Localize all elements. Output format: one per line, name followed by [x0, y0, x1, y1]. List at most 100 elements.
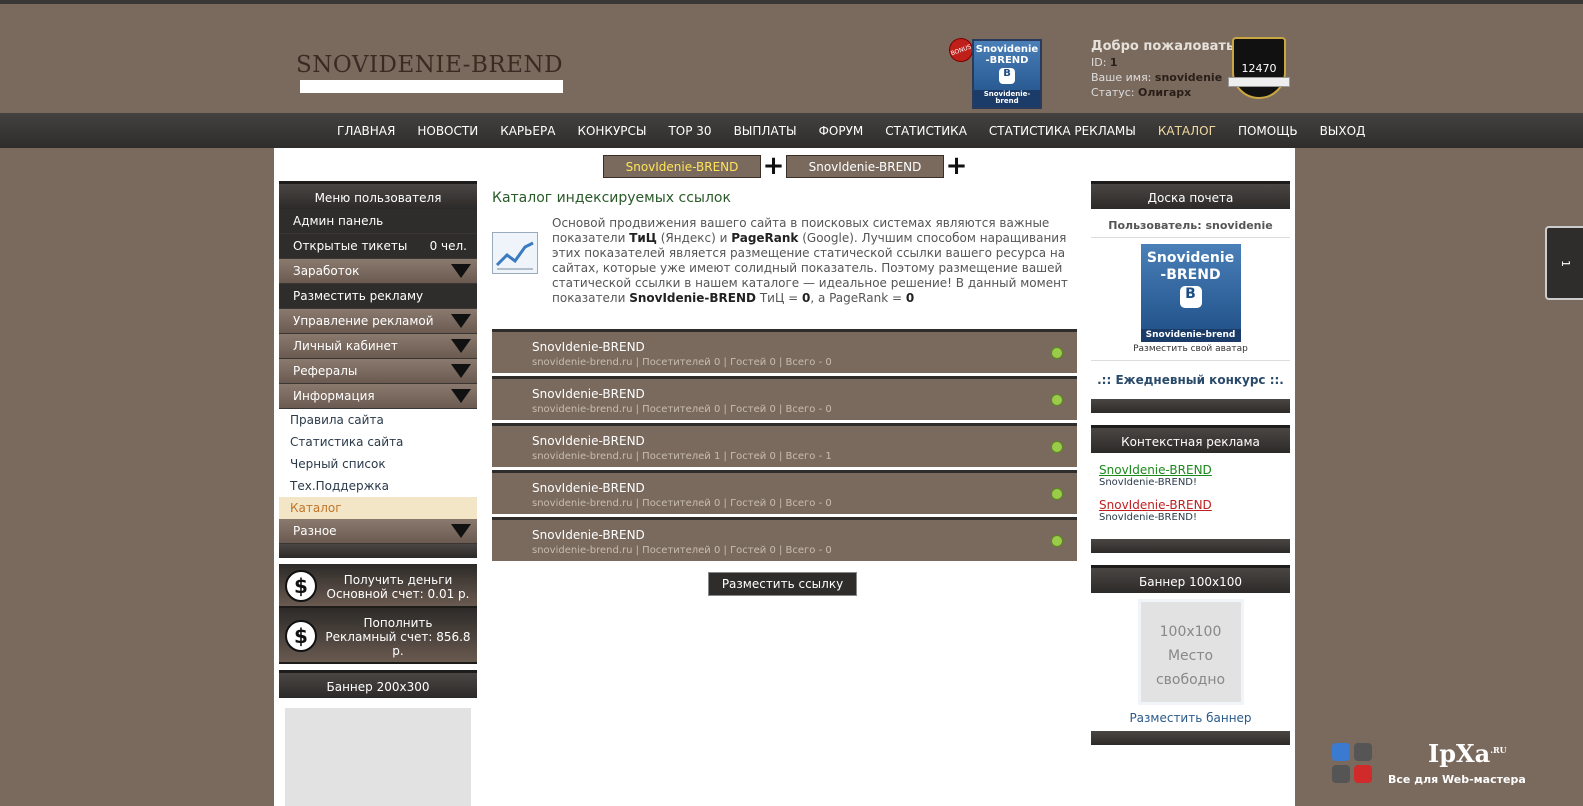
link-title[interactable]: SnovIdenie-BREND — [532, 387, 645, 401]
honor-board-title: Доска почета — [1091, 181, 1290, 209]
menu-label: Админ панель — [293, 214, 384, 228]
menu-information[interactable]: Информация — [279, 384, 477, 409]
submenu-blacklist[interactable]: Черный список — [279, 453, 477, 475]
list-item[interactable]: SnovIdenie-BREND snovidenie-brend.ru | По… — [492, 376, 1077, 420]
topup-label: Пополнить — [363, 616, 433, 630]
nav-item[interactable]: ФОРУМ — [808, 124, 875, 138]
chevron-down-icon — [451, 314, 471, 328]
avatar[interactable]: Snovidenie -BREND B Snovidenie-brend — [1140, 244, 1241, 342]
menu-cabinet[interactable]: Личный кабинет — [279, 334, 477, 359]
chevron-down-icon — [451, 364, 471, 378]
square-icon — [1332, 743, 1350, 761]
top-button-1[interactable]: SnovIdenie-BREND — [603, 155, 761, 178]
menu-admin-panel[interactable]: Админ панель — [279, 209, 477, 234]
list-item[interactable]: SnovIdenie-BREND snovidenie-brend.ru | По… — [492, 517, 1077, 561]
menu-label: Управление рекламой — [293, 314, 434, 328]
banner-box-line3: свободно — [1155, 672, 1226, 688]
menu-place-ad[interactable]: Разместить рекламу — [279, 284, 477, 309]
nav-item[interactable]: ГЛАВНАЯ — [326, 124, 406, 138]
link-meta: snovidenie-brend.ru | Посетителей 0 | Го… — [532, 498, 832, 509]
side-tab[interactable]: 1 — [1545, 226, 1583, 300]
menu-misc[interactable]: Разное — [279, 519, 477, 544]
submenu-stats[interactable]: Статистика сайта — [279, 431, 477, 453]
nav-item[interactable]: КАРЬЕРА — [489, 124, 566, 138]
context-ads-footer — [1091, 539, 1290, 553]
dollar-icon: $ — [285, 570, 317, 602]
catalog-section: Каталог индексируемых ссылок Основой про… — [492, 190, 1077, 564]
topup-button[interactable]: $ Пополнить Рекламный счет: 856.8 р. — [279, 608, 477, 664]
withdraw-button[interactable]: $ Получить деньги Основной счет: 0.01 р. — [279, 564, 477, 608]
list-item[interactable]: SnovIdenie-BREND snovidenie-brend.ru | По… — [492, 470, 1077, 514]
intro-text-2: (Яндекс) и — [656, 231, 732, 245]
badge-letter: B — [999, 68, 1015, 84]
avatar-line3: Snovidenie-brend — [1140, 329, 1241, 342]
badge-line1: Snovidenie — [975, 44, 1039, 55]
site-title: SNOVIDENIE-BREND — [296, 52, 564, 78]
nav-item[interactable]: TOP 30 — [657, 124, 722, 138]
link-meta: snovidenie-brend.ru | Посетителей 0 | Го… — [532, 545, 832, 556]
ipxa-watermark[interactable]: IpXa.RU Все для Web-мастера — [1332, 739, 1527, 793]
status-value: Олигарх — [1138, 86, 1192, 99]
left-column: Меню пользователя Админ панель Открытые … — [279, 181, 477, 806]
user-menu-title: Меню пользователя — [279, 181, 477, 209]
chevron-down-icon — [451, 389, 471, 403]
shield-ribbon — [1228, 77, 1290, 87]
square-icon — [1354, 765, 1372, 783]
menu-label: Личный кабинет — [293, 339, 398, 353]
menu-open-tickets[interactable]: Открытые тикеты 0 чел. — [279, 234, 477, 259]
menu-referrals[interactable]: Рефералы — [279, 359, 477, 384]
square-icon — [1332, 765, 1350, 783]
plus-icon[interactable]: + — [761, 153, 786, 179]
withdraw-text: Получить деньги Основной счет: 0.01 р. — [323, 573, 473, 601]
avatar-line2: -BREND — [1160, 266, 1221, 283]
banner-right-footer — [1091, 731, 1290, 745]
ipxa-tagline: Все для Web-мастера — [1388, 773, 1526, 786]
top-buttons: SnovIdenie-BREND + SnovIdenie-BREND + — [603, 153, 969, 179]
submenu-rules[interactable]: Правила сайта — [279, 409, 477, 431]
menu-earnings[interactable]: Заработок — [279, 259, 477, 284]
nav-item[interactable]: ВЫХОД — [1309, 124, 1377, 138]
top-button-2[interactable]: SnovIdenie-BREND — [786, 155, 944, 178]
menu-manage-ads[interactable]: Управление рекламой — [279, 309, 477, 334]
submenu-support[interactable]: Тех.Поддержка — [279, 475, 477, 497]
side-tab-label: 1 — [1558, 259, 1572, 267]
link-title[interactable]: SnovIdenie-BREND — [532, 481, 645, 495]
daily-contest-link[interactable]: .:: Ежедневный конкурс ::. — [1091, 361, 1290, 399]
banner-right: 100x100 Место свободно Разместить баннер — [1091, 593, 1290, 731]
link-title[interactable]: SnovIdenie-BREND — [532, 528, 645, 542]
intro-text-5: , а PageRank = — [810, 291, 906, 305]
submenu-catalog[interactable]: Каталог — [279, 497, 477, 519]
name-label: Ваше имя: — [1091, 71, 1152, 84]
avatar-letter: B — [1179, 285, 1202, 308]
nav-item[interactable]: КАТАЛОГ — [1147, 124, 1227, 138]
nav-item[interactable]: НОВОСТИ — [406, 124, 489, 138]
plus-icon[interactable]: + — [944, 153, 969, 179]
banner-left-placeholder[interactable] — [285, 708, 471, 806]
nav-item[interactable]: СТАТИСТИКА — [874, 124, 978, 138]
menu-label: Разместить рекламу — [293, 289, 424, 303]
ad-link-1[interactable]: SnovIdenie-BREND — [1099, 463, 1282, 477]
banner-left-title: Баннер 200x300 — [279, 670, 477, 698]
place-banner-link[interactable]: Разместить баннер — [1091, 711, 1290, 725]
square-icon — [1354, 743, 1372, 761]
place-link-button[interactable]: Разместить ссылку — [708, 572, 857, 596]
site-logo[interactable]: SNOVIDENIE-BREND КАЧЕСТВО 2016 — [296, 52, 564, 93]
name-value: snovidenie — [1154, 71, 1223, 84]
list-item[interactable]: SnovIdenie-BREND snovidenie-brend.ru | По… — [492, 423, 1077, 467]
ipxa-tld: .RU — [1490, 745, 1507, 755]
right-column: Доска почета Пользователь: snovidenie Sn… — [1091, 181, 1290, 745]
bonus-badge[interactable]: BONUS Snovidenie -BREND B Snovidenie-bre… — [945, 34, 1045, 110]
nav-item[interactable]: ВЫПЛАТЫ — [723, 124, 808, 138]
chevron-down-icon — [451, 339, 471, 353]
nav-item[interactable]: ПОМОЩЬ — [1227, 124, 1309, 138]
link-title[interactable]: SnovIdenie-BREND — [532, 340, 645, 354]
nav-item[interactable]: СТАТИСТИКА РЕКЛАМЫ — [978, 124, 1147, 138]
welcome-panel: Добро пожаловать ID: 1 Ваше имя: snovide… — [1091, 39, 1234, 100]
menu-label: Заработок — [293, 264, 360, 278]
set-avatar-link[interactable]: Разместить свой аватар — [1091, 342, 1290, 361]
ad-link-2[interactable]: SnovIdenie-BREND — [1099, 498, 1282, 512]
nav-item[interactable]: КОНКУРСЫ — [566, 124, 657, 138]
link-title[interactable]: SnovIdenie-BREND — [532, 434, 645, 448]
banner-right-placeholder[interactable]: 100x100 Место свободно — [1137, 599, 1244, 705]
list-item[interactable]: SnovIdenie-BREND snovidenie-brend.ru | По… — [492, 329, 1077, 373]
